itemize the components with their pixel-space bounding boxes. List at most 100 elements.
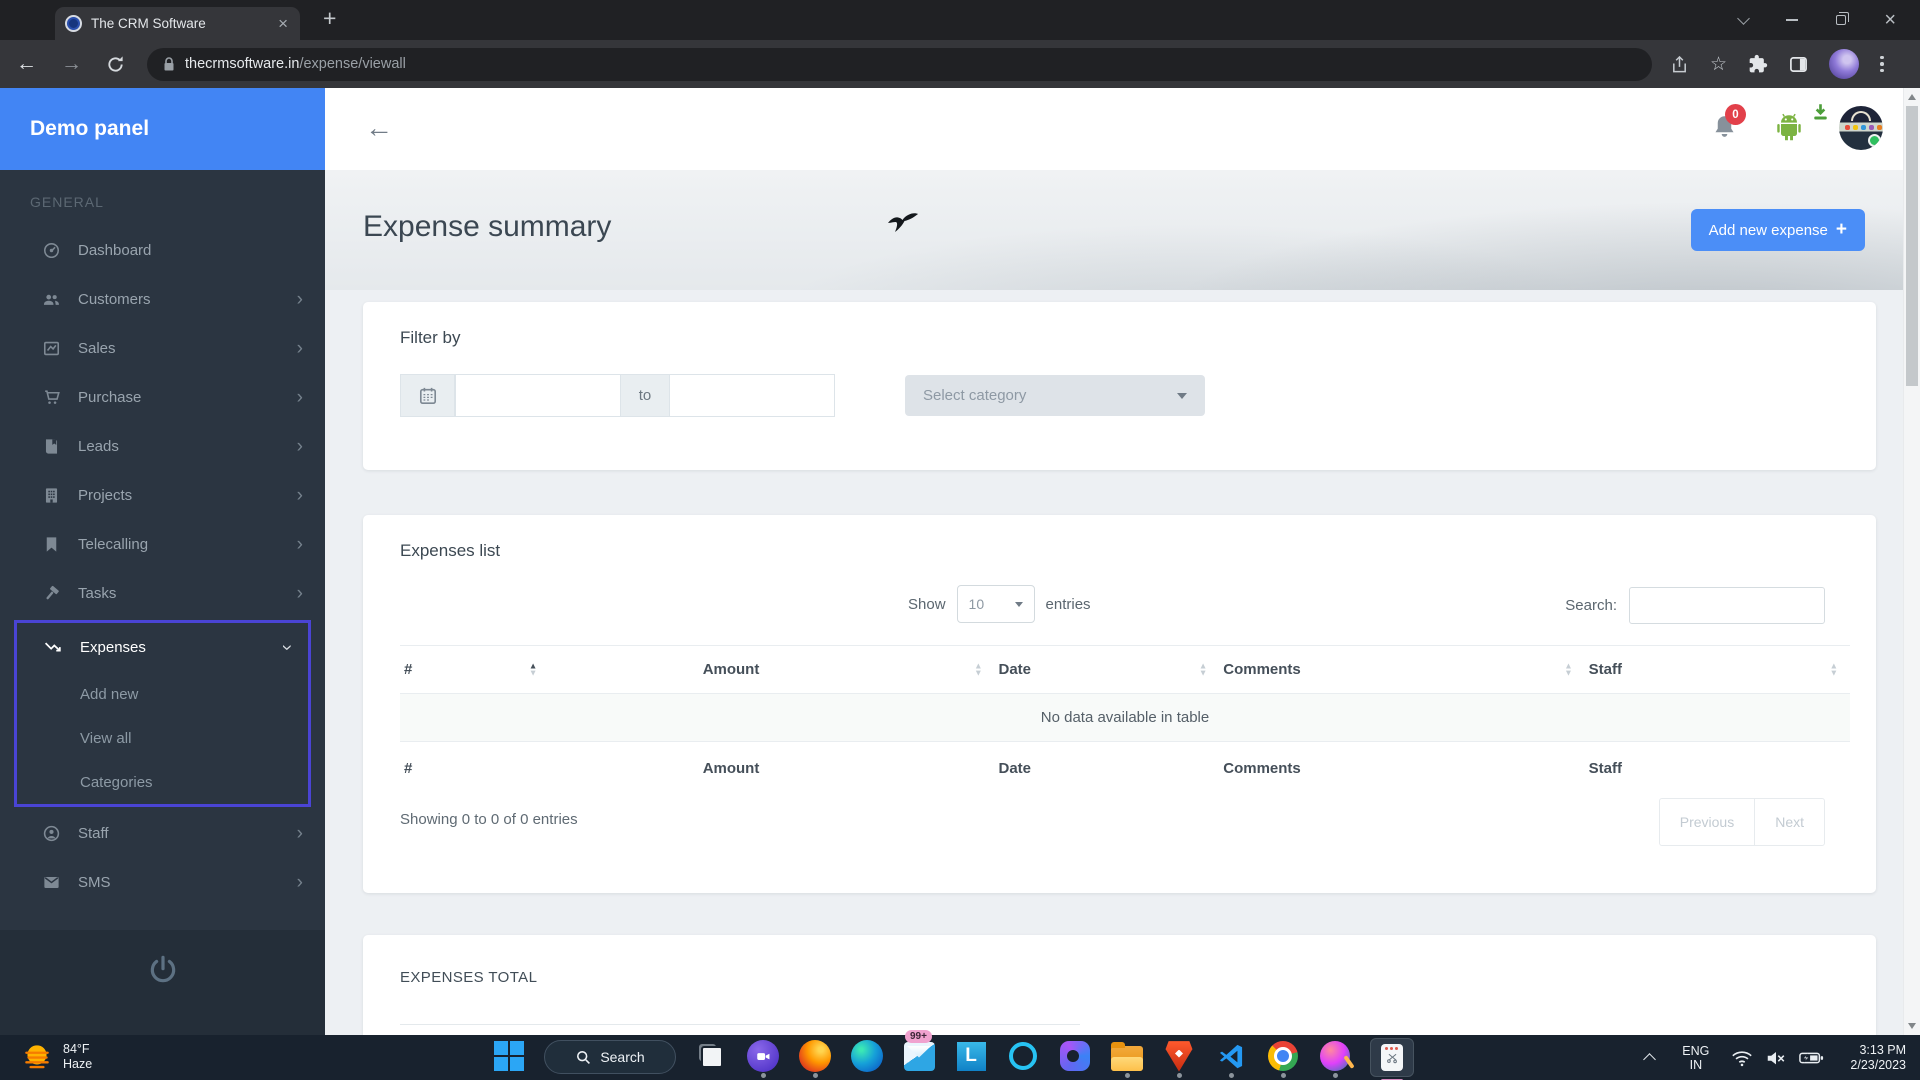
expenses-list-heading: Expenses list: [400, 541, 1839, 561]
battery-charging-icon[interactable]: [1799, 1051, 1824, 1065]
sort-desc-icon: ▼: [1564, 670, 1572, 678]
taskbar-app-loop[interactable]: [1058, 1040, 1092, 1078]
scroll-up-icon[interactable]: [1904, 89, 1920, 105]
divider: [400, 1024, 1080, 1025]
share-icon[interactable]: [1670, 55, 1689, 74]
tray-chevron-up-icon[interactable]: [1643, 1053, 1656, 1066]
browser-forward-button[interactable]: →: [61, 52, 82, 76]
search-icon: [575, 1049, 591, 1065]
page-size-select[interactable]: 10: [957, 585, 1035, 623]
new-tab-button[interactable]: +: [323, 5, 336, 32]
tasks-icon: [42, 584, 61, 603]
scrollbar-thumb[interactable]: [1906, 106, 1918, 386]
column-header-amount[interactable]: Amount ▲▼: [699, 646, 995, 694]
app-back-arrow[interactable]: ←: [365, 112, 393, 144]
expenses-icon: [44, 638, 63, 657]
column-header-staff[interactable]: Staff ▲▼: [1585, 646, 1850, 694]
side-panel-icon[interactable]: [1789, 55, 1808, 74]
sidebar-item-telecalling[interactable]: Telecalling ›: [0, 520, 325, 569]
tab-title: The CRM Software: [91, 16, 276, 31]
taskbar-app-mail[interactable]: 99+: [902, 1040, 936, 1078]
page-scrollbar[interactable]: [1903, 88, 1920, 1035]
browser-profile-avatar[interactable]: [1829, 49, 1859, 79]
wifi-icon[interactable]: [1731, 1047, 1753, 1069]
chevron-right-icon: ›: [297, 584, 303, 603]
sidebar-item-staff[interactable]: Staff ›: [0, 809, 325, 858]
url-path: /expense/viewall: [299, 56, 405, 72]
filter-card: Filter by to Select category: [363, 302, 1876, 470]
window-close-button[interactable]: ×: [1884, 10, 1896, 30]
address-bar[interactable]: thecrmsoftware.in/expense/viewall: [147, 48, 1652, 81]
language-indicator[interactable]: ENG IN: [1682, 1044, 1709, 1072]
footer-column-comments: Comments: [1219, 742, 1584, 786]
taskbar-app-paint[interactable]: [1318, 1040, 1352, 1078]
minimize-button[interactable]: [1786, 19, 1798, 21]
browser-back-button[interactable]: ←: [16, 52, 37, 76]
empty-message: No data available in table: [400, 694, 1850, 742]
taskbar-app-edge[interactable]: [850, 1040, 884, 1078]
sidebar-subitem-add-new[interactable]: Add new: [17, 672, 308, 716]
tab-close-icon[interactable]: ×: [276, 15, 290, 32]
category-select[interactable]: Select category: [905, 375, 1205, 416]
column-header-comments[interactable]: Comments ▲▼: [1219, 646, 1584, 694]
taskbar-app-vscode[interactable]: [1214, 1040, 1248, 1078]
taskbar-app-alexa[interactable]: [1006, 1040, 1040, 1078]
taskbar-app-chrome[interactable]: [1266, 1040, 1300, 1078]
start-button[interactable]: [492, 1040, 526, 1078]
next-page-button[interactable]: Next: [1755, 799, 1824, 845]
date-from-input[interactable]: [455, 374, 621, 417]
tab-search-chevron-icon[interactable]: [1737, 12, 1750, 25]
taskbar-app-video[interactable]: [746, 1040, 780, 1078]
volume-muted-icon[interactable]: [1765, 1047, 1787, 1069]
taskbar-app-brave[interactable]: [1162, 1040, 1196, 1078]
android-app-button[interactable]: [1773, 112, 1817, 149]
browser-tab[interactable]: The CRM Software ×: [55, 7, 300, 40]
table-search-input[interactable]: [1629, 587, 1825, 624]
column-header-number[interactable]: # ▲▼: [400, 646, 549, 694]
power-logout-icon[interactable]: [147, 954, 179, 991]
user-avatar[interactable]: [1839, 106, 1883, 150]
scroll-down-icon[interactable]: [1904, 1018, 1920, 1034]
mail-unread-badge: 99+: [905, 1030, 932, 1043]
taskbar-app-explorer[interactable]: [1110, 1040, 1144, 1078]
restore-button[interactable]: [1836, 15, 1846, 25]
page-title: Expense summary: [363, 210, 611, 244]
column-header-date[interactable]: Date ▲▼: [994, 646, 1219, 694]
browser-menu-icon[interactable]: [1880, 56, 1884, 73]
sidebar-subitem-view-all[interactable]: View all: [17, 716, 308, 760]
extensions-puzzle-icon[interactable]: [1748, 54, 1768, 74]
expenses-total-card: EXPENSES TOTAL: [363, 935, 1876, 1035]
sidebar-item-purchase[interactable]: Purchase ›: [0, 373, 325, 422]
sidebar-item-tasks[interactable]: Tasks ›: [0, 569, 325, 618]
loop-app-icon: [1060, 1041, 1090, 1071]
taskbar-app-firefox[interactable]: [798, 1040, 832, 1078]
weather-widget[interactable]: 84°F Haze: [20, 1040, 92, 1074]
table-search-control: Search:: [1565, 587, 1825, 624]
main-content: ← 0 Expense summary A: [325, 88, 1903, 1035]
taskbar-app-l[interactable]: L: [954, 1040, 988, 1078]
taskbar-search-label: Search: [600, 1049, 644, 1065]
sidebar-item-dashboard[interactable]: Dashboard: [0, 226, 325, 275]
sidebar-item-projects[interactable]: Projects ›: [0, 471, 325, 520]
add-new-expense-button[interactable]: Add new expense +: [1691, 209, 1865, 251]
sidebar-item-customers[interactable]: Customers ›: [0, 275, 325, 324]
sidebar-item-expenses[interactable]: Expenses ›: [17, 623, 308, 672]
bookmark-star-icon[interactable]: ☆: [1710, 53, 1727, 76]
task-view-button[interactable]: [694, 1040, 728, 1078]
clock-widget[interactable]: 3:13 PM 2/23/2023: [1850, 1043, 1906, 1073]
notifications-button[interactable]: 0: [1711, 114, 1738, 146]
category-placeholder: Select category: [923, 387, 1177, 404]
sidebar-item-sms[interactable]: SMS ›: [0, 858, 325, 907]
previous-page-button[interactable]: Previous: [1660, 799, 1755, 845]
date-to-input[interactable]: [669, 374, 835, 417]
table-empty-row: No data available in table: [400, 694, 1850, 742]
sidebar-subitem-categories[interactable]: Categories: [17, 760, 308, 804]
plus-icon: +: [1836, 219, 1847, 241]
taskbar-app-snipping-active[interactable]: [1370, 1040, 1414, 1077]
taskbar-search[interactable]: Search: [544, 1040, 676, 1074]
alexa-icon: [1009, 1042, 1037, 1070]
reload-button[interactable]: [106, 55, 125, 74]
sidebar-item-sales[interactable]: Sales ›: [0, 324, 325, 373]
expenses-total-heading: EXPENSES TOTAL: [400, 969, 1839, 986]
sidebar-item-leads[interactable]: Leads ›: [0, 422, 325, 471]
